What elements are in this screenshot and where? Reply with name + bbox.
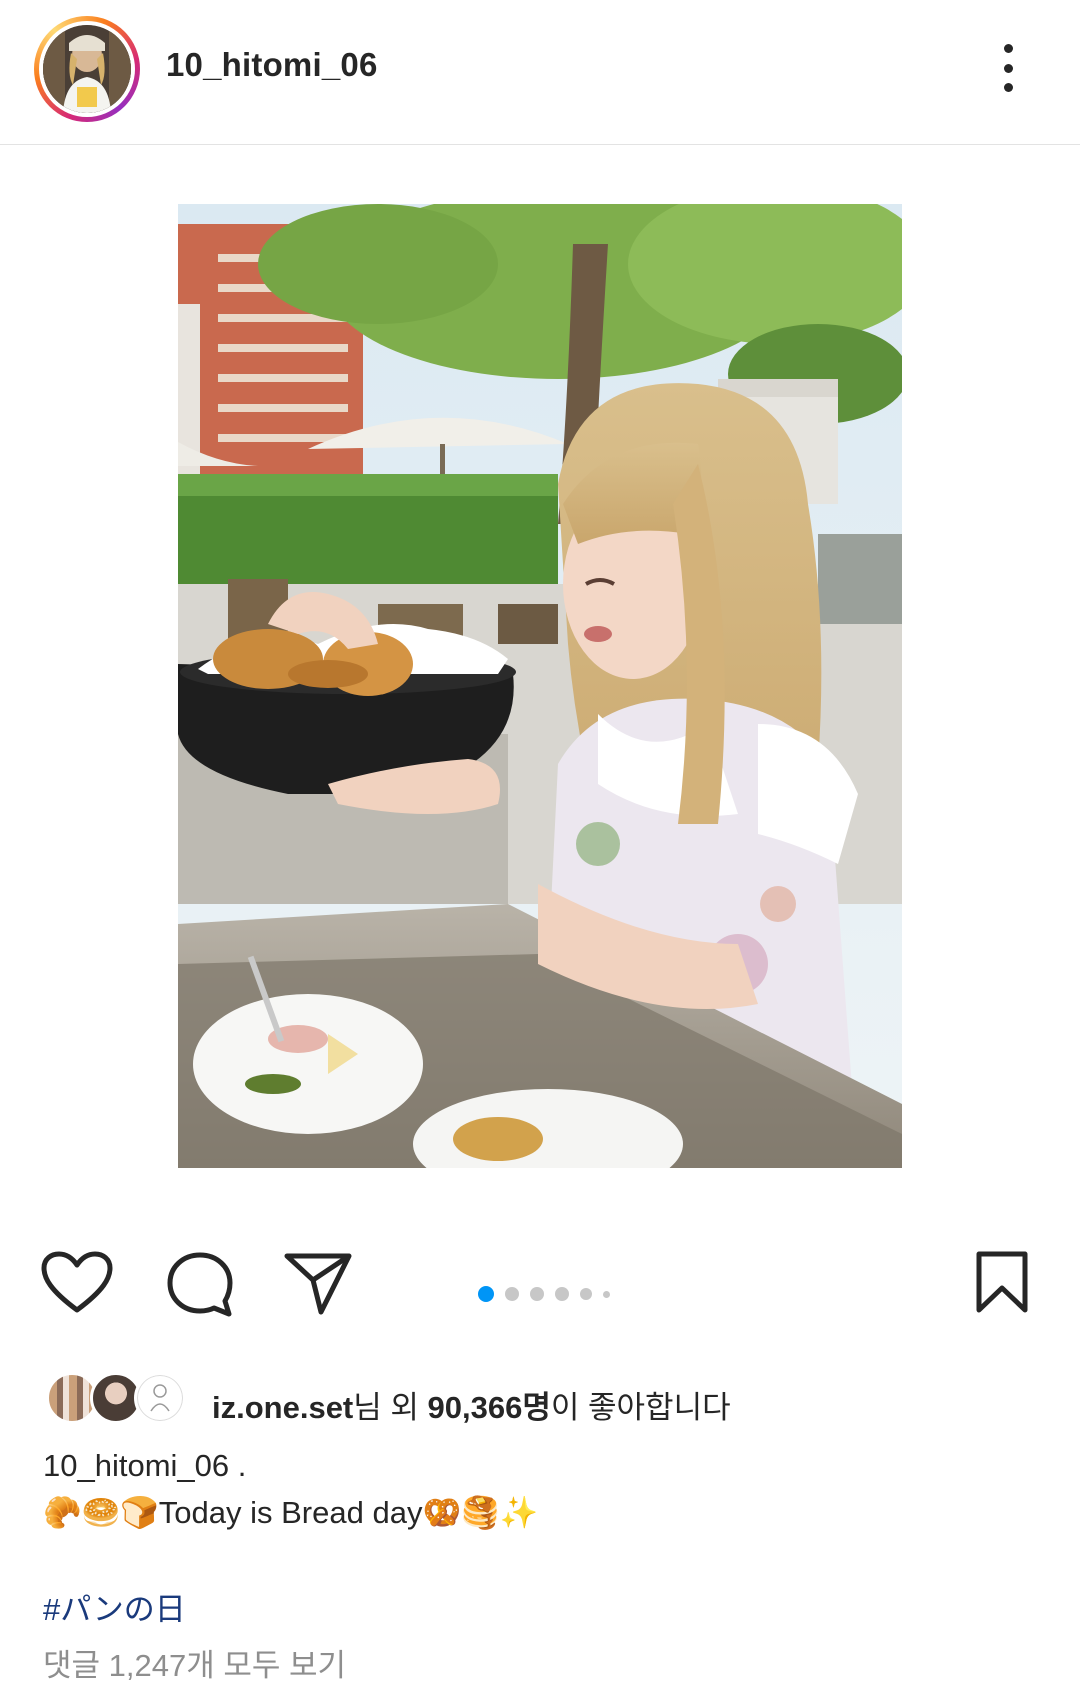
paper-plane-icon[interactable]: [283, 1250, 353, 1321]
caption-text: 🥐🥯🍞Today is Bread day🥨🥞✨: [43, 1495, 539, 1530]
more-dot: [1003, 44, 1013, 53]
avatar: [43, 25, 131, 113]
post-username[interactable]: 10_hitomi_06: [166, 46, 378, 84]
carousel-dot: [530, 1287, 544, 1301]
carousel-dot: [580, 1288, 592, 1300]
more-dot: [1003, 63, 1013, 73]
likes-summary[interactable]: iz.one.set님 외 90,366명이 좋아합니다: [46, 1372, 1046, 1428]
likes-suffix: 이 좋아합니다: [550, 1390, 731, 1425]
caption-header: 10_hitomi_06 .: [43, 1448, 246, 1484]
more-options-icon[interactable]: [990, 40, 1026, 96]
post-photo[interactable]: [178, 204, 902, 1168]
heart-icon[interactable]: [40, 1250, 114, 1321]
carousel-dot: [505, 1287, 519, 1301]
carousel-dot-active: [478, 1286, 494, 1302]
likes-count[interactable]: 90,366명: [428, 1390, 551, 1425]
hashtag-link[interactable]: #パンの日: [43, 1584, 186, 1629]
likes-text: iz.one.set님 외 90,366명이 좋아합니다: [212, 1382, 731, 1427]
liked-by-username[interactable]: iz.one.set: [212, 1390, 353, 1425]
carousel-dot: [603, 1290, 610, 1298]
comment-bubble-icon[interactable]: [165, 1250, 235, 1325]
liker-avatar: [134, 1372, 186, 1424]
view-all-comments-link[interactable]: 댓글 1,247개 모두 보기: [43, 1640, 346, 1685]
post-header: 10_hitomi_06: [0, 0, 1080, 145]
carousel-indicator: [478, 1284, 638, 1304]
more-dot: [1003, 83, 1013, 92]
likes-connector: 님 외: [353, 1390, 428, 1425]
carousel-dot: [555, 1287, 569, 1301]
caption-username[interactable]: 10_hitomi_06: [43, 1448, 229, 1483]
caption-username-suffix: .: [229, 1448, 247, 1483]
bookmark-icon[interactable]: [974, 1250, 1030, 1321]
story-avatar[interactable]: [34, 16, 140, 122]
